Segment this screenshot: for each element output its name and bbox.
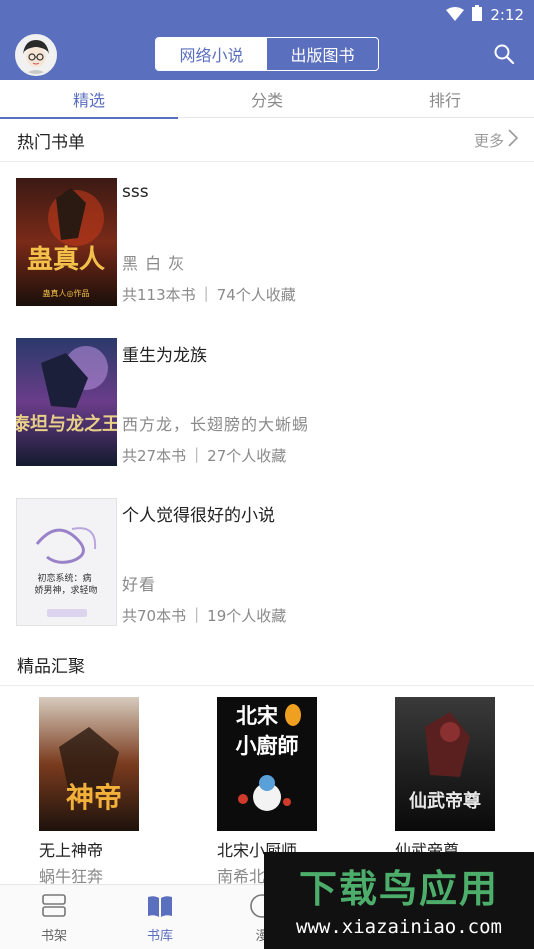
status-time: 2:12 <box>490 6 524 24</box>
book-list-desc: 黑 白 灰 <box>122 254 186 273</box>
search-icon[interactable] <box>492 42 516 66</box>
segment-web-novels[interactable]: 网络小说 <box>156 38 267 70</box>
chevron-right-icon <box>508 129 519 151</box>
book-count: 共113本书 <box>122 286 196 304</box>
book-list-stats: 共113本书 | 74个人收藏 <box>122 284 296 305</box>
book-list-cover[interactable]: 初恋系统：病 娇男神，求轻吻 <box>16 498 117 626</box>
divider: | <box>194 605 200 623</box>
featured-book[interactable]: 神帝 无上神帝 蜗牛狂奔 <box>39 697 139 887</box>
tab-featured[interactable]: 精选 <box>0 80 178 119</box>
divider: | <box>194 445 200 463</box>
segment-published-books[interactable]: 出版图书 <box>267 38 378 70</box>
favorite-count: 74个人收藏 <box>216 286 296 304</box>
book-list-stats: 共70本书 | 19个人收藏 <box>122 605 286 626</box>
section-title: 精品汇聚 <box>17 657 85 677</box>
source-segmented-control: 网络小说 出版图书 <box>155 37 379 71</box>
book-list-cover[interactable]: 蛊真人 蛊真人◎作品 <box>16 178 117 306</box>
cover-title-line2: 小廚師 <box>236 734 299 758</box>
cover-title-text: 泰坦与龙之王 <box>16 413 117 435</box>
status-icons: 2:12 <box>446 4 524 26</box>
book-list-stats: 共27本书 | 27个人收藏 <box>122 445 286 466</box>
nav-label: 书架 <box>40 929 67 944</box>
watermark: 下载鸟应用 www.xiazainiao.com <box>264 852 534 949</box>
nav-library[interactable]: 书库 <box>130 891 190 944</box>
book-list-title: 重生为龙族 <box>122 346 207 366</box>
cover-title-line1: 北宋 <box>236 704 278 728</box>
featured-cover[interactable]: 北宋 小廚師 <box>217 697 317 831</box>
avatar-icon[interactable] <box>15 34 57 76</box>
watermark-title: 下载鸟应用 <box>298 867 499 911</box>
cover-title-text: 仙武帝尊 <box>409 790 481 812</box>
book-list-title: sss <box>122 182 149 202</box>
nav-label: 书库 <box>146 929 173 944</box>
cover-title-text: 神帝 <box>66 781 122 814</box>
more-link[interactable]: 更多 <box>473 129 519 151</box>
book-list-item[interactable]: 蛊真人 蛊真人◎作品 sss 黑 白 灰 共113本书 | 74个人收藏 <box>0 178 534 306</box>
book-open-icon <box>145 891 175 921</box>
tab-categories[interactable]: 分类 <box>178 80 356 118</box>
wifi-icon <box>446 6 465 25</box>
book-list-item[interactable]: 初恋系统：病 娇男神，求轻吻 个人觉得很好的小说 好看 共70本书 | 19个人… <box>0 497 534 626</box>
featured-header: 精品汇聚 <box>0 642 534 686</box>
book-list-desc: 西方龙，长翅膀的大蜥蜴 <box>122 415 310 434</box>
app-bar: 网络小说 出版图书 <box>0 30 534 80</box>
book-list-desc: 好看 <box>122 575 157 594</box>
favorite-count: 19个人收藏 <box>207 607 287 625</box>
more-label: 更多 <box>473 131 504 150</box>
tab-rankings[interactable]: 排行 <box>356 80 534 118</box>
featured-cover[interactable]: 仙武帝尊 <box>395 697 495 831</box>
cover-title-text: 蛊真人 <box>27 245 105 275</box>
cover-subtitle-text: 蛊真人◎作品 <box>43 288 90 298</box>
favorite-count: 27个人收藏 <box>207 447 287 465</box>
book-count: 共70本书 <box>122 607 187 625</box>
book-list-title: 个人觉得很好的小说 <box>122 506 275 526</box>
book-count: 共27本书 <box>122 447 187 465</box>
nav-bookshelf[interactable]: 书架 <box>24 891 84 944</box>
section-title: 热门书单 <box>17 133 85 153</box>
featured-book[interactable]: 仙武帝尊 仙武帝尊 <box>395 697 495 863</box>
bookshelf-icon <box>39 891 69 921</box>
book-list-item[interactable]: 泰坦与龙之王 重生为龙族 西方龙，长翅膀的大蜥蜴 共27本书 | 27个人收藏 <box>0 337 534 466</box>
hot-lists-header: 热门书单 更多 <box>0 118 534 162</box>
battery-icon <box>472 5 483 25</box>
divider: | <box>203 284 209 302</box>
category-tabs: 精选 分类 排行 <box>0 80 534 119</box>
featured-cover[interactable]: 神帝 <box>39 697 139 831</box>
featured-title: 无上神帝 <box>39 841 104 860</box>
status-bar: 2:12 <box>0 0 534 30</box>
watermark-url: www.xiazainiao.com <box>296 916 502 938</box>
book-list-cover[interactable]: 泰坦与龙之王 <box>16 338 117 466</box>
